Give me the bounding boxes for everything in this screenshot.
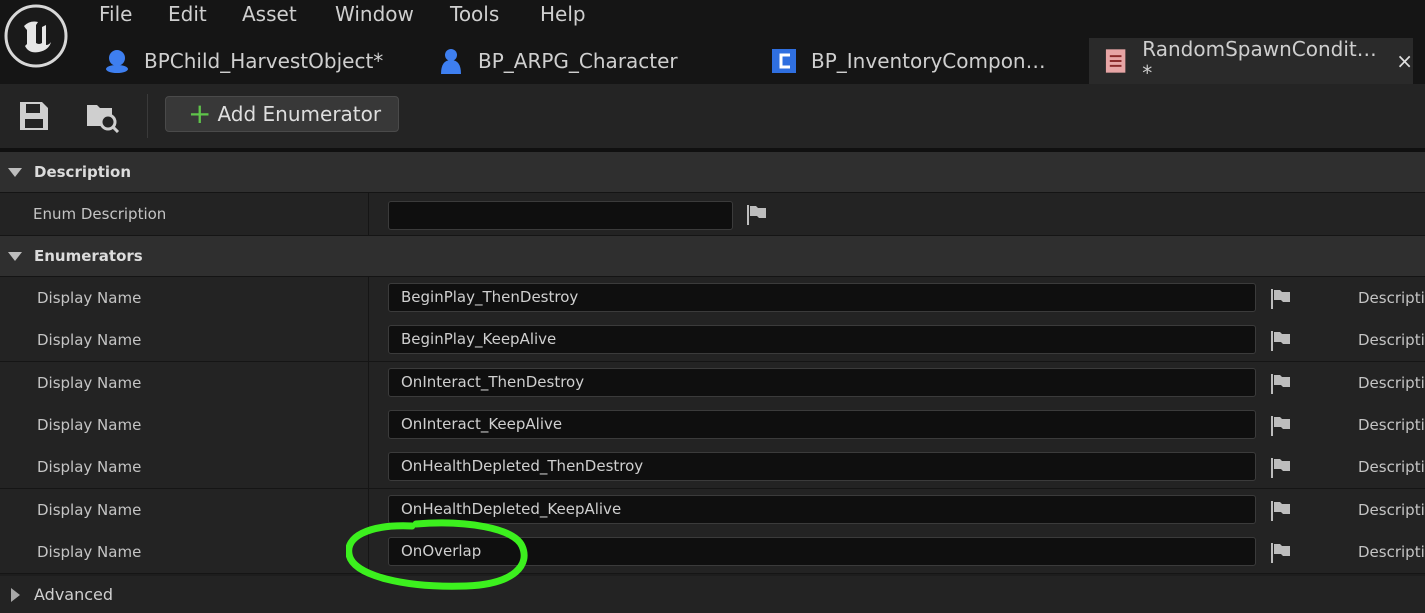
- tab-label: RandomSpawnCondit… *: [1142, 37, 1377, 85]
- localization-flag-icon[interactable]: [1270, 373, 1292, 395]
- menu-edit[interactable]: Edit: [168, 2, 207, 26]
- tab-label: BP_InventoryCompon…: [811, 49, 1046, 73]
- display-name-label: Display Name: [37, 542, 142, 561]
- section-enumerators[interactable]: Enumerators: [0, 236, 1425, 277]
- column-divider[interactable]: [368, 193, 369, 235]
- details-panel: Description Enum Description Enumerators…: [0, 152, 1425, 613]
- unreal-logo-icon[interactable]: [4, 4, 68, 68]
- toolbar: + Add Enumerator: [0, 84, 1425, 152]
- column-divider[interactable]: [368, 319, 369, 362]
- column-divider[interactable]: [368, 403, 369, 446]
- collapse-arrow-icon: [8, 167, 22, 177]
- column-divider[interactable]: [368, 361, 369, 404]
- close-icon[interactable]: ×: [1396, 49, 1413, 73]
- display-name-input[interactable]: OnInteract_KeepAlive: [388, 409, 1256, 439]
- description-label: Descripti: [1358, 373, 1425, 392]
- menu-file[interactable]: File: [99, 2, 132, 26]
- localization-flag-icon[interactable]: [1270, 330, 1292, 352]
- description-label: Descripti: [1358, 415, 1425, 434]
- enumerator-row: Display Name OnHealthDepleted_ThenDestroy…: [0, 446, 1425, 490]
- enumerator-row: Display Name OnInteract_ThenDestroy Descri…: [0, 361, 1425, 405]
- enumerator-row: Display Name OnInteract_KeepAlive Descript…: [0, 403, 1425, 447]
- enumerator-row: Display Name OnOverlap Descripti: [0, 530, 1425, 574]
- display-name-input[interactable]: BeginPlay_ThenDestroy: [388, 283, 1256, 312]
- display-name-input[interactable]: OnInteract_ThenDestroy: [388, 367, 1256, 397]
- description-label: Descripti: [1358, 331, 1425, 350]
- tab-randomspawncondition[interactable]: RandomSpawnCondit… * ×: [1089, 37, 1413, 85]
- description-label: Descripti: [1358, 500, 1425, 519]
- display-name-label: Display Name: [37, 289, 142, 307]
- add-enumerator-button[interactable]: + Add Enumerator: [165, 96, 399, 132]
- menu-help[interactable]: Help: [540, 2, 586, 26]
- section-title: Description: [34, 163, 132, 181]
- menu-window[interactable]: Window: [335, 2, 414, 26]
- column-divider[interactable]: [368, 277, 369, 319]
- tab-bpchild-harvestobject[interactable]: BPChild_HarvestObject*: [104, 38, 404, 84]
- blueprint-actor-icon: [106, 50, 128, 73]
- enumerator-row: Display Name BeginPlay_ThenDestroy Descrip…: [0, 277, 1425, 320]
- section-description[interactable]: Description: [0, 152, 1425, 193]
- title-bar: File Edit Asset Window Tools Help BPChil…: [0, 0, 1425, 85]
- menu-tools[interactable]: Tools: [450, 2, 499, 26]
- enumerator-row: Display Name OnHealthDepleted_KeepAlive De…: [0, 488, 1425, 532]
- display-name-label: Display Name: [37, 500, 142, 519]
- tab-label: BP_ARPG_Character: [478, 49, 678, 73]
- browse-content-icon[interactable]: [86, 99, 120, 133]
- localization-flag-icon[interactable]: [746, 204, 768, 226]
- plus-icon: +: [188, 97, 212, 130]
- section-title: Enumerators: [34, 247, 143, 265]
- tab-bp-inventorycomponent[interactable]: BP_InventoryCompon…: [771, 38, 1071, 84]
- toolbar-separator: [147, 94, 148, 138]
- add-enumerator-label: Add Enumerator: [217, 102, 382, 126]
- expand-arrow-icon: [11, 587, 20, 602]
- column-divider[interactable]: [368, 446, 369, 489]
- section-title: Advanced: [34, 585, 114, 604]
- display-name-input[interactable]: BeginPlay_KeepAlive: [388, 325, 1256, 355]
- description-label: Descripti: [1358, 542, 1425, 561]
- tab-label: BPChild_HarvestObject*: [144, 49, 384, 73]
- enum-description-row: Enum Description: [0, 193, 1425, 236]
- tab-bp-arpg-character[interactable]: BP_ARPG_Character: [438, 38, 738, 84]
- display-name-input[interactable]: OnHealthDepleted_ThenDestroy: [388, 452, 1256, 482]
- display-name-label: Display Name: [37, 331, 142, 350]
- character-blueprint-icon: [441, 49, 461, 74]
- localization-flag-icon[interactable]: [1270, 500, 1292, 522]
- display-name-label: Display Name: [37, 458, 142, 477]
- collapse-arrow-icon: [8, 251, 22, 261]
- localization-flag-icon[interactable]: [1270, 415, 1292, 437]
- section-advanced[interactable]: Advanced: [0, 576, 1425, 613]
- save-icon[interactable]: [17, 99, 51, 133]
- localization-flag-icon[interactable]: [1270, 288, 1292, 310]
- component-blueprint-icon: [772, 49, 796, 73]
- localization-flag-icon[interactable]: [1270, 542, 1292, 564]
- description-label: Descripti: [1358, 289, 1425, 307]
- display-name-label: Display Name: [37, 415, 142, 434]
- description-label: Descripti: [1358, 458, 1425, 477]
- localization-flag-icon[interactable]: [1270, 457, 1292, 479]
- display-name-label: Display Name: [37, 373, 142, 392]
- enumerator-row: Display Name BeginPlay_KeepAlive Descripti: [0, 319, 1425, 363]
- enum-description-input[interactable]: [388, 201, 733, 230]
- enum-description-label: Enum Description: [33, 205, 167, 223]
- menu-asset[interactable]: Asset: [242, 2, 297, 26]
- highlight-circle-annotation: [346, 519, 528, 590]
- enum-asset-icon: [1105, 49, 1126, 73]
